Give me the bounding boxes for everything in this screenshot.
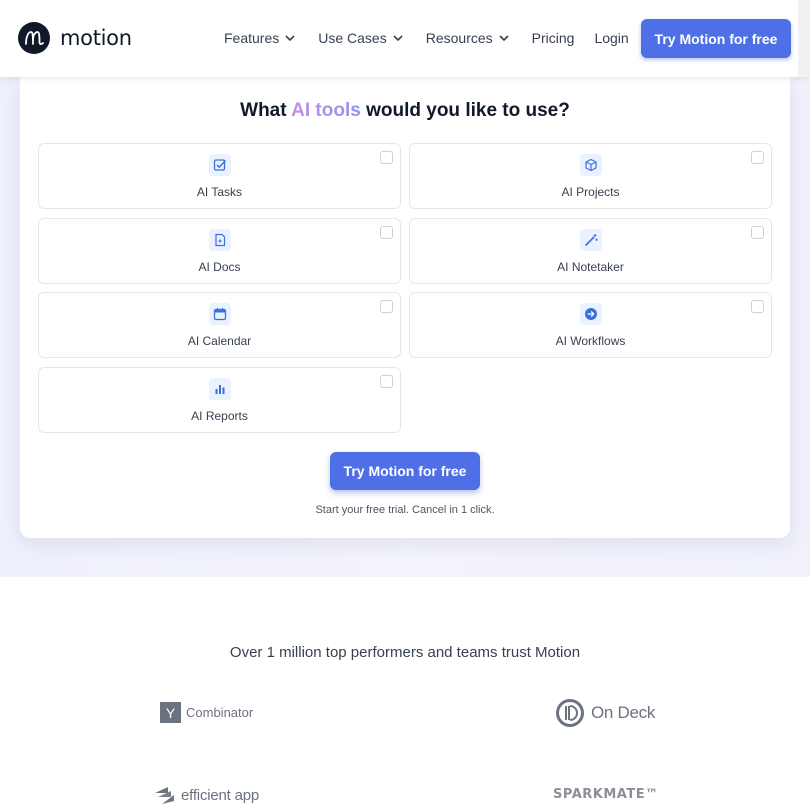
- nav-login[interactable]: Login: [594, 30, 628, 46]
- tool-label: AI Tasks: [196, 185, 243, 199]
- nav-resources[interactable]: Resources: [426, 30, 509, 46]
- nav-label: Use Cases: [318, 30, 387, 46]
- tool-label: AI Projects: [561, 185, 620, 199]
- y-combinator-logo: Y Combinator: [160, 702, 253, 723]
- chevron-down-icon: [393, 35, 403, 41]
- main-nav: Features Use Cases Resources Pricing Log…: [224, 30, 649, 46]
- arrow-circle-icon: [579, 303, 602, 325]
- on-deck-text: On Deck: [591, 703, 656, 722]
- magic-wand-icon: [579, 229, 602, 251]
- cube-icon: [579, 154, 602, 176]
- motion-logo-icon: [18, 22, 50, 54]
- tool-label: AI Reports: [191, 409, 248, 423]
- free-trial-note: Start your free trial. Cancel in 1 click…: [315, 504, 495, 516]
- tool-option-ai-workflows[interactable]: AI Workflows: [409, 292, 772, 358]
- tool-checkbox[interactable]: [751, 151, 764, 164]
- tool-option-ai-tasks[interactable]: AI Tasks: [38, 143, 401, 209]
- calendar-icon: [208, 303, 231, 325]
- tool-option-ai-reports[interactable]: AI Reports: [38, 367, 401, 433]
- scrollbar[interactable]: [798, 0, 810, 77]
- tool-checkbox[interactable]: [751, 226, 764, 239]
- nav-label: Features: [224, 30, 280, 46]
- motion-logo[interactable]: motion: [18, 22, 132, 54]
- yc-mark: Y: [160, 702, 181, 723]
- tool-label: AI Calendar: [187, 334, 252, 348]
- task-check-icon: [208, 154, 231, 176]
- tool-checkbox[interactable]: [751, 300, 764, 313]
- on-deck-logo: On Deck: [555, 698, 655, 728]
- tool-option-ai-docs[interactable]: AI Docs: [38, 218, 401, 284]
- ai-tools-question: What AI tools would you like to use?: [240, 100, 570, 121]
- bar-chart-icon: [208, 378, 231, 400]
- tool-option-ai-calendar[interactable]: AI Calendar: [38, 292, 401, 358]
- tool-label: AI Notetaker: [557, 260, 624, 274]
- efficient-app-text: efficient app: [181, 786, 260, 804]
- nav-label: Pricing: [531, 30, 575, 46]
- tool-option-ai-projects[interactable]: AI Projects: [409, 143, 772, 209]
- nav-use-cases[interactable]: Use Cases: [318, 30, 403, 46]
- chevron-down-icon: [285, 35, 295, 41]
- nav-label: Login: [594, 30, 629, 46]
- chevron-down-icon: [499, 35, 509, 41]
- header-try-free-button[interactable]: Try Motion for free: [641, 19, 791, 58]
- efficient-app-icon: [155, 787, 174, 804]
- try-free-button[interactable]: Try Motion for free: [330, 452, 480, 490]
- on-deck-icon: [556, 699, 584, 727]
- trust-heading: Over 1 million top performers and teams …: [229, 644, 581, 661]
- tool-label: AI Docs: [198, 260, 241, 274]
- tool-checkbox[interactable]: [380, 375, 393, 388]
- nav-features[interactable]: Features: [224, 30, 295, 46]
- question-accent: AI tools: [291, 100, 361, 121]
- nav-pricing[interactable]: Pricing: [532, 30, 575, 46]
- sparkmate-logo: SPARKMATE™: [553, 787, 659, 802]
- tool-checkbox[interactable]: [380, 151, 393, 164]
- nav-label: Resources: [425, 30, 493, 46]
- efficient-app-logo: efficient app: [154, 784, 259, 806]
- tool-option-ai-notetaker[interactable]: AI Notetaker: [409, 218, 772, 284]
- tool-checkbox[interactable]: [380, 300, 393, 313]
- site-header: motion Features Use Cases Resources Pric…: [0, 0, 810, 77]
- yc-text: Combinator: [186, 705, 254, 720]
- document-sparkle-icon: [208, 229, 231, 251]
- brand-name: motion: [60, 26, 132, 50]
- tool-checkbox[interactable]: [380, 226, 393, 239]
- tool-label: AI Workflows: [555, 334, 626, 348]
